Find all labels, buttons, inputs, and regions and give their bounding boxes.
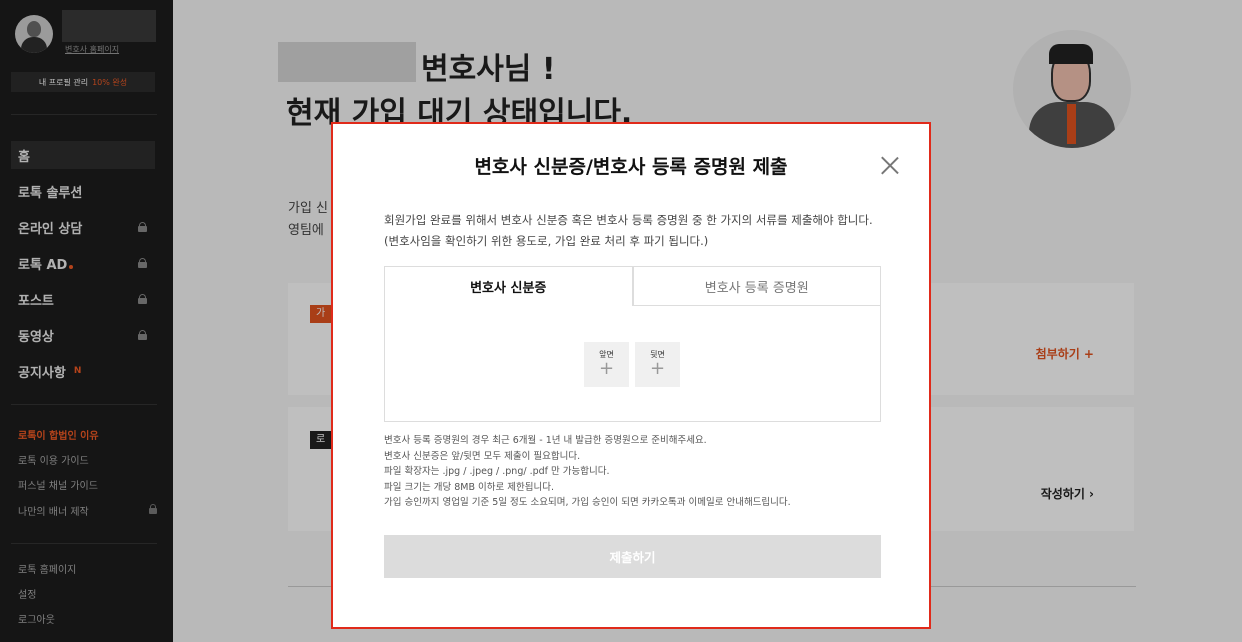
note-line: 파일 크기는 개당 8MB 이하로 제한됩니다. bbox=[384, 481, 554, 493]
id-submit-modal: 변호사 신분증/변호사 등록 증명원 제출 회원가입 완료를 위해서 변호사 신… bbox=[331, 122, 931, 629]
note-line: 가입 승인까지 영업일 기준 5일 정도 소요되며, 가입 승인이 되면 카카오… bbox=[384, 497, 791, 508]
upload-area: 앞면 + 뒷면 + bbox=[384, 306, 881, 422]
upload-front-button[interactable]: 앞면 + bbox=[584, 342, 629, 387]
close-icon[interactable] bbox=[881, 156, 899, 174]
submit-button[interactable]: 제출하기 bbox=[384, 535, 881, 578]
tab-lawyer-id[interactable]: 변호사 신분증 bbox=[384, 266, 633, 306]
plus-icon: + bbox=[598, 358, 615, 379]
upload-back-button[interactable]: 뒷면 + bbox=[635, 342, 680, 387]
note-line: 변호사 신분증은 앞/뒷면 모두 제출이 필요합니다. bbox=[384, 450, 581, 462]
tab-registration-cert[interactable]: 변호사 등록 증명원 bbox=[632, 266, 881, 306]
modal-description-note: (변호사임을 확인하기 위한 용도로, 가입 완료 처리 후 파기 됩니다.) bbox=[384, 234, 709, 248]
modal-description: 회원가입 완료를 위해서 변호사 신분증 혹은 변호사 등록 증명원 중 한 가… bbox=[384, 213, 873, 227]
note-line: 변호사 등록 증명원의 경우 최근 6개월 - 1년 내 발급한 증명원으로 준… bbox=[384, 435, 707, 446]
modal-title: 변호사 신분증/변호사 등록 증명원 제출 bbox=[474, 156, 788, 178]
document-tabs: 변호사 신분증 변호사 등록 증명원 bbox=[384, 266, 881, 306]
plus-icon: + bbox=[649, 358, 666, 379]
note-line: 파일 확장자는 .jpg / .jpeg / .png/ .pdf 만 가능합니… bbox=[384, 466, 610, 477]
upload-notes: 변호사 등록 증명원의 경우 최근 6개월 - 1년 내 발급한 증명원으로 준… bbox=[384, 433, 791, 511]
